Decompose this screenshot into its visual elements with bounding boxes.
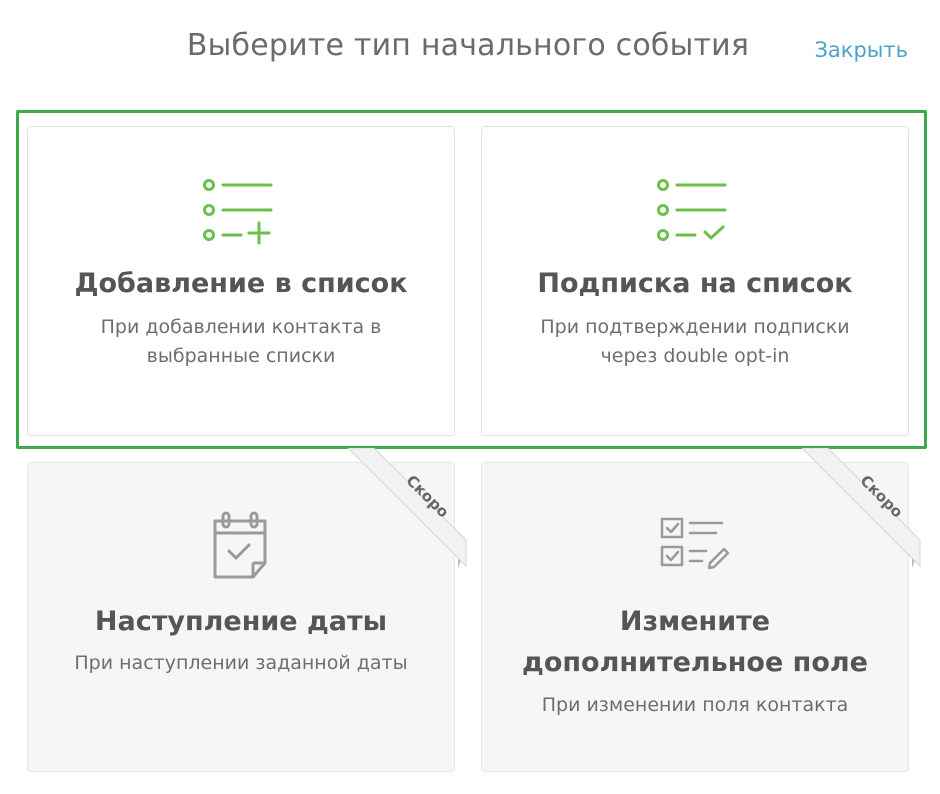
card-title: Подписка на список xyxy=(537,268,853,299)
event-card-subscribe-to-list[interactable]: Подписка на список При подтверждении под… xyxy=(481,126,909,436)
checklist-edit-icon xyxy=(660,517,730,570)
card-title: Наступление даты xyxy=(94,606,388,637)
event-type-dialog: Выберите тип начального события Закрыть … xyxy=(0,0,940,794)
event-card-add-to-list[interactable]: Добавление в список При добавлении конта… xyxy=(27,126,455,436)
close-link[interactable]: Закрыть xyxy=(814,38,908,62)
list-add-icon xyxy=(203,179,273,245)
card-description: При добавлении контакта в выбранные спис… xyxy=(100,316,382,367)
soon-ribbon-field: Скоро xyxy=(801,448,921,568)
page-title: Выберите тип начального события xyxy=(186,28,750,63)
card-description: При наступлении заданной даты xyxy=(74,652,408,674)
card-description: При подтверждении подписки через double … xyxy=(540,316,850,367)
list-check-icon xyxy=(657,179,727,241)
calendar-check-icon xyxy=(213,511,267,579)
card-description: При изменении поля контакта xyxy=(541,694,849,716)
card-title: Добавление в список xyxy=(74,268,408,299)
card-title: Измените дополнительное поле xyxy=(522,606,868,678)
soon-ribbon-date: Скоро xyxy=(347,448,467,568)
